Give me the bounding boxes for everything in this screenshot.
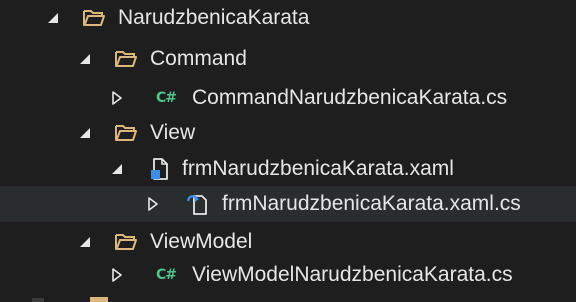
tree-item-view[interactable]: View xyxy=(0,115,576,151)
chevron-expanded-icon[interactable] xyxy=(110,162,124,176)
tree-item-viewmodel[interactable]: ViewModel xyxy=(0,224,576,260)
tree-item-label: CommandNarudzbenicaKarata.cs xyxy=(192,86,508,109)
tree-item-label: ViewModelNarudzbenicaKarata.cs xyxy=(192,263,513,286)
folder-open-icon xyxy=(115,125,137,141)
tree-item-viewmodel-cs[interactable]: C# ViewModelNarudzbenicaKarata.cs xyxy=(0,257,576,293)
folder-open-icon xyxy=(115,51,137,67)
xaml-file-icon xyxy=(151,158,168,180)
tree-item-command[interactable]: Command xyxy=(0,41,576,77)
chevron-expanded-icon[interactable] xyxy=(46,11,60,25)
tree-item-label: ViewModel xyxy=(150,230,253,253)
tree-item-label: frmNarudzbenicaKarata.xaml xyxy=(182,157,454,180)
tree-item-label: NarudzbenicaKarata xyxy=(118,6,310,29)
next-folder-icon-partial xyxy=(32,297,108,302)
chevron-expanded-icon[interactable] xyxy=(78,126,92,140)
tree-item-label: frmNarudzbenicaKarata.xaml.cs xyxy=(222,192,521,215)
tree-item-command-cs[interactable]: C# CommandNarudzbenicaKarata.cs xyxy=(0,80,576,116)
folder-open-icon xyxy=(83,10,105,26)
csharp-file-icon: C# xyxy=(156,90,177,106)
chevron-expanded-icon[interactable] xyxy=(78,52,92,66)
tree-item-label: Command xyxy=(150,47,247,70)
solution-explorer-tree: NarudzbenicaKarata Command C# CommandNar… xyxy=(0,0,576,302)
tree-item-narudzbenicakarata[interactable]: NarudzbenicaKarata xyxy=(0,0,576,36)
chevron-collapsed-icon[interactable] xyxy=(110,268,124,282)
chevron-expanded-icon[interactable] xyxy=(78,235,92,249)
folder-open-icon xyxy=(115,234,137,250)
csharp-file-icon: C# xyxy=(156,267,177,283)
tree-item-label: View xyxy=(150,121,196,144)
xaml-codebehind-icon xyxy=(186,195,207,215)
chevron-collapsed-icon[interactable] xyxy=(146,197,160,211)
chevron-collapsed-icon[interactable] xyxy=(110,91,124,105)
tree-item-xaml-cs[interactable]: frmNarudzbenicaKarata.xaml.cs xyxy=(0,186,576,222)
tree-item-xaml[interactable]: frmNarudzbenicaKarata.xaml xyxy=(0,151,576,187)
